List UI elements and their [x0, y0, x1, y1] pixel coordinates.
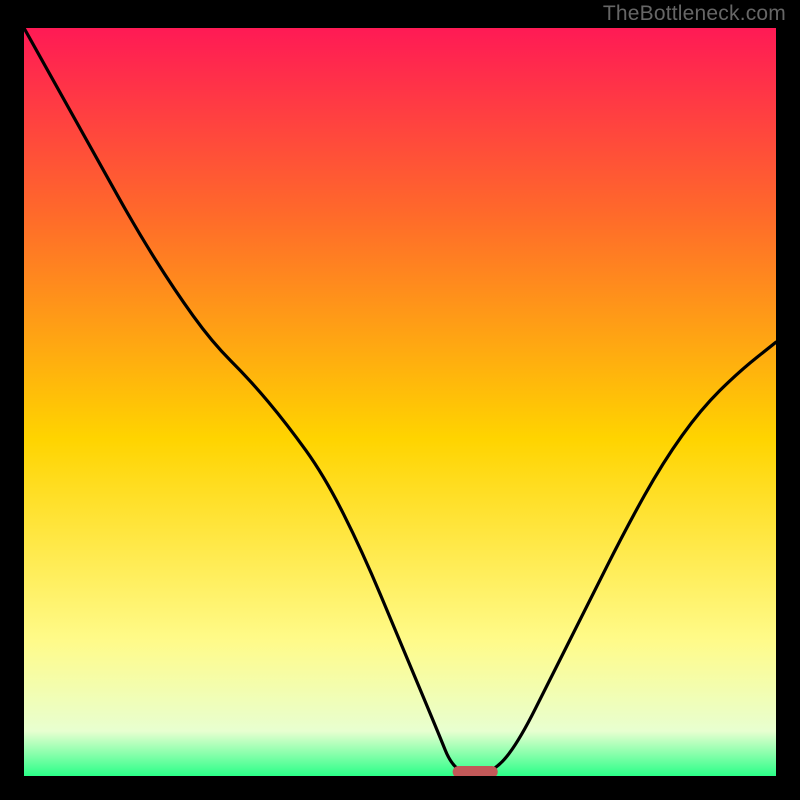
- gradient-background: [24, 28, 776, 776]
- watermark-text: TheBottleneck.com: [603, 2, 786, 26]
- chart-svg: [24, 28, 776, 776]
- chart-frame: TheBottleneck.com: [0, 0, 800, 800]
- optimal-marker: [453, 766, 498, 776]
- plot-area: [24, 28, 776, 776]
